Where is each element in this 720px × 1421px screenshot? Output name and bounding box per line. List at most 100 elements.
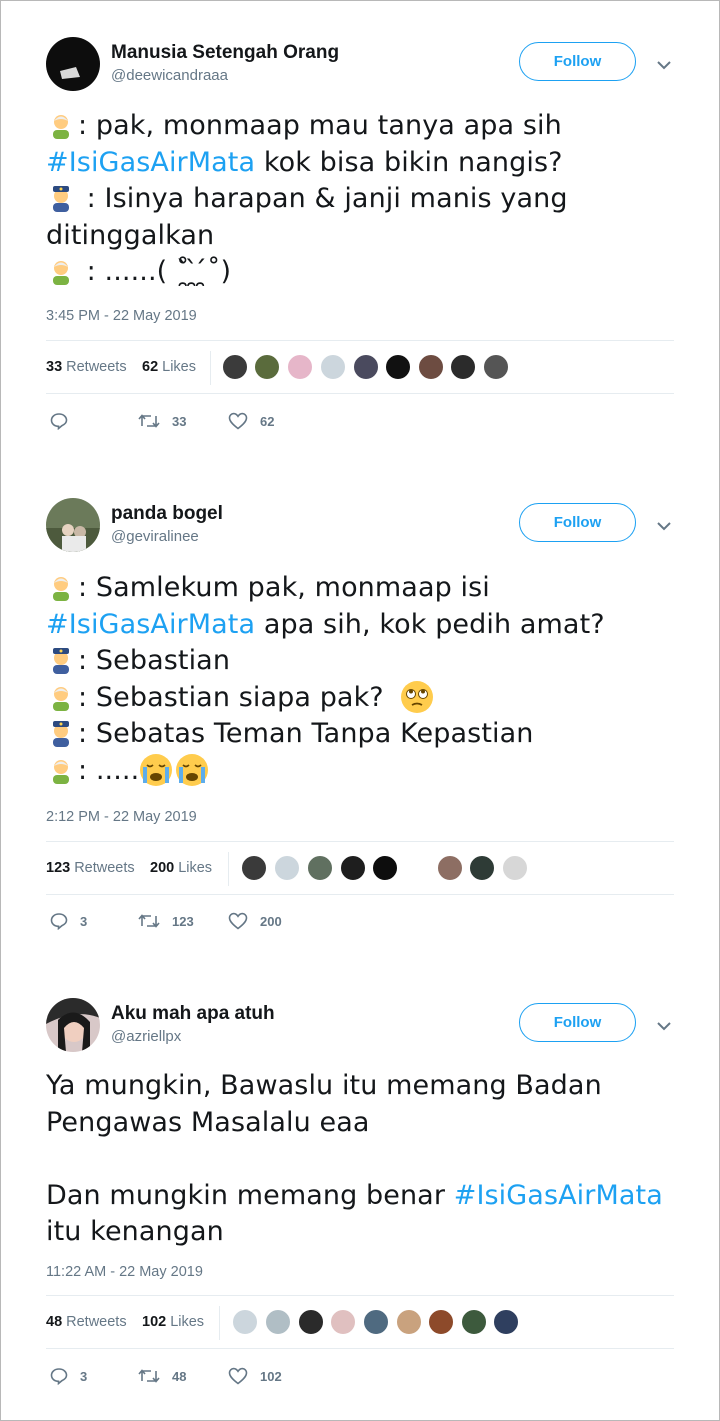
like-stat[interactable]: 62 Likes xyxy=(142,341,196,393)
tweet-line: #IsiGasAirMata kok bisa bikin nangis? xyxy=(46,145,686,182)
tweet-line: ditinggalkan xyxy=(46,218,686,255)
like-stat[interactable]: 102 Likes xyxy=(142,1296,204,1348)
retweet-action-count: 33 xyxy=(172,413,187,429)
liker-avatar[interactable] xyxy=(222,354,248,380)
stats-divider xyxy=(219,1306,220,1340)
tweet-line-text: Dan mungkin memang benar xyxy=(46,1179,454,1211)
like-stat[interactable]: 200 Likes xyxy=(150,842,212,894)
tweet-stats: 33 Retweets 62 Likes xyxy=(46,340,674,394)
tweet-line-text: : Sebastian xyxy=(78,645,231,676)
liker-avatar[interactable] xyxy=(404,855,430,881)
retweet-action-count: 123 xyxy=(172,913,194,929)
user-handle[interactable]: @azriellpx xyxy=(111,1028,181,1045)
tweet-timestamp[interactable]: 3:45 PM - 22 May 2019 xyxy=(46,308,197,324)
liker-avatar[interactable] xyxy=(461,1309,487,1335)
like-label: Likes xyxy=(178,860,213,876)
tweet-line-text: apa sih, kok pedih amat? xyxy=(255,608,605,640)
liker-avatar[interactable] xyxy=(232,1309,258,1335)
liker-avatar[interactable] xyxy=(396,1309,422,1335)
avatar[interactable] xyxy=(46,998,100,1052)
user-handle[interactable]: @deewicandraaa xyxy=(111,67,228,84)
user-handle[interactable]: @geviralinee xyxy=(111,528,199,545)
tweet-text: : Samlekum pak, monmaap isi #IsiGasAirMa… xyxy=(46,570,686,789)
liker-avatar[interactable] xyxy=(274,855,300,881)
liker-avatar[interactable] xyxy=(418,354,444,380)
retweet-stat[interactable]: 48 Retweets xyxy=(46,1296,127,1348)
tweet-line: : pak, monmaap mau tanya apa sih xyxy=(46,108,686,145)
old-man-emoji xyxy=(53,577,69,601)
like-count: 200 xyxy=(150,860,175,876)
like-button[interactable]: 102 xyxy=(228,1365,282,1387)
liker-avatar[interactable] xyxy=(428,1309,454,1335)
eye-roll-emoji xyxy=(401,680,434,713)
tweet-timestamp[interactable]: 2:12 PM - 22 May 2019 xyxy=(46,809,197,825)
like-button[interactable]: 200 xyxy=(228,910,282,932)
tweet-line-text: : Samlekum pak, monmaap isi xyxy=(78,572,490,603)
hashtag-link[interactable]: #IsiGasAirMata xyxy=(46,609,255,640)
liker-avatar[interactable] xyxy=(385,354,411,380)
liker-avatar[interactable] xyxy=(340,855,366,881)
reply-button[interactable] xyxy=(50,410,80,432)
liker-avatar[interactable] xyxy=(437,855,463,881)
retweet-button[interactable]: 48 xyxy=(138,1365,186,1387)
liker-avatar[interactable] xyxy=(320,354,346,380)
retweet-action-count: 48 xyxy=(172,1368,187,1384)
tweet-line: : Samlekum pak, monmaap isi xyxy=(46,570,686,607)
liker-avatar[interactable] xyxy=(330,1309,356,1335)
tweet-line-text: itu kenangan xyxy=(46,1216,224,1247)
tweet-line-text: : pak, monmaap mau tanya apa sih xyxy=(78,110,562,141)
liker-avatar[interactable] xyxy=(265,1309,291,1335)
tweet-timestamp[interactable]: 11:22 AM - 22 May 2019 xyxy=(46,1264,203,1280)
reply-count: 3 xyxy=(80,913,88,929)
retweet-stat[interactable]: 123 Retweets xyxy=(46,842,135,894)
tweet-stats: 123 Retweets 200 Likes xyxy=(46,841,674,895)
display-name[interactable]: Manusia Setengah Orang xyxy=(111,42,339,64)
chevron-down-icon[interactable] xyxy=(656,521,672,531)
liker-avatar[interactable] xyxy=(254,354,280,380)
tweet-line: #IsiGasAirMata apa sih, kok pedih amat? xyxy=(46,607,686,644)
liker-avatar[interactable] xyxy=(502,855,528,881)
tweet-line-text: : ..... xyxy=(78,754,140,786)
reply-button[interactable]: 3 xyxy=(50,910,87,932)
hashtag-link[interactable]: #IsiGasAirMata xyxy=(454,1180,663,1211)
tweet-text: Ya mungkin, Bawaslu itu memang Badan Pen… xyxy=(46,1068,686,1251)
old-man-emoji xyxy=(53,686,69,711)
stats-divider xyxy=(210,351,211,385)
reply-button[interactable]: 3 xyxy=(50,1365,87,1387)
retweet-stat[interactable]: 33 Retweets xyxy=(46,341,127,393)
liker-avatar[interactable] xyxy=(450,354,476,380)
retweet-button[interactable]: 33 xyxy=(138,410,186,432)
follow-button[interactable]: Follow xyxy=(519,42,636,81)
avatar[interactable] xyxy=(46,37,100,91)
follow-button[interactable]: Follow xyxy=(519,1003,636,1042)
retweet-count: 123 xyxy=(46,860,71,876)
liker-avatar[interactable] xyxy=(307,855,333,881)
like-button[interactable]: 62 xyxy=(228,410,274,432)
liker-avatar[interactable] xyxy=(469,855,495,881)
police-officer-emoji xyxy=(53,186,69,212)
liker-avatar[interactable] xyxy=(363,1309,389,1335)
chevron-down-icon[interactable] xyxy=(656,60,672,70)
follow-button[interactable]: Follow xyxy=(519,503,636,542)
liker-avatar[interactable] xyxy=(287,354,313,380)
avatar[interactable] xyxy=(46,498,100,552)
tweet-line: itu kenangan xyxy=(46,1214,686,1251)
liker-avatar[interactable] xyxy=(298,1309,324,1335)
like-action-count: 62 xyxy=(260,413,275,429)
liker-avatar[interactable] xyxy=(241,855,267,881)
tweet-actions: 33 62 xyxy=(46,410,446,432)
old-man-emoji xyxy=(53,759,69,784)
hashtag-link[interactable]: #IsiGasAirMata xyxy=(46,147,255,178)
liker-avatar[interactable] xyxy=(483,354,509,380)
retweet-button[interactable]: 123 xyxy=(138,910,194,932)
like-action-count: 102 xyxy=(260,1368,282,1384)
liker-avatar[interactable] xyxy=(372,855,398,881)
display-name[interactable]: panda bogel xyxy=(111,503,223,525)
liker-avatar[interactable] xyxy=(493,1309,519,1335)
display-name[interactable]: Aku mah apa atuh xyxy=(111,1003,275,1025)
liker-avatar[interactable] xyxy=(353,354,379,380)
chevron-down-icon[interactable] xyxy=(656,1021,672,1031)
police-officer-emoji xyxy=(53,721,69,747)
tweet-line: Pengawas Masalalu eaa xyxy=(46,1105,686,1142)
